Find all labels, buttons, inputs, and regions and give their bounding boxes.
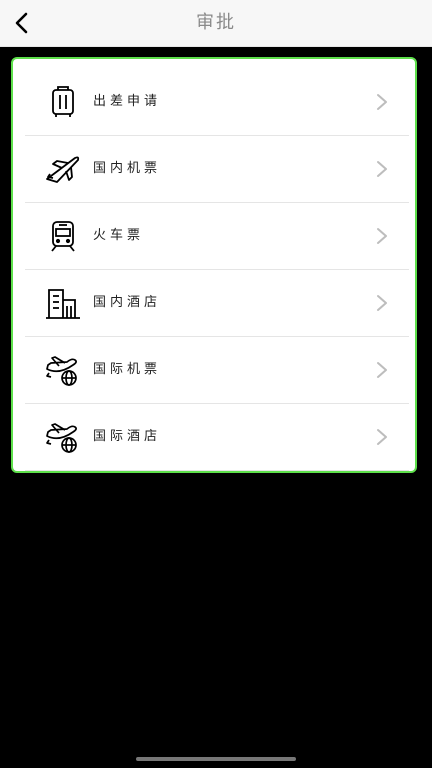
menu-item-international-hotel[interactable]: 国际酒店	[25, 404, 409, 471]
international-flight-icon	[45, 353, 81, 387]
home-indicator[interactable]	[136, 757, 296, 761]
international-hotel-icon	[45, 420, 81, 454]
menu-item-label: 国际酒店	[93, 429, 162, 444]
chevron-right-icon	[375, 226, 389, 246]
suitcase-icon	[45, 85, 81, 119]
page-title: 审批	[196, 12, 236, 33]
chevron-right-icon	[375, 92, 389, 112]
chevron-right-icon	[375, 159, 389, 179]
chevron-right-icon	[375, 360, 389, 380]
menu-item-label: 火车票	[93, 228, 145, 243]
menu-item-international-flight[interactable]: 国际机票	[25, 337, 409, 404]
menu-item-train-ticket[interactable]: 火车票	[25, 203, 409, 270]
approval-menu-card: 出差申请 国内机票 火车票 国内酒店 国际机票 国际酒店	[11, 57, 417, 473]
menu-item-label: 出差申请	[93, 94, 162, 109]
menu-item-travel-application[interactable]: 出差申请	[25, 69, 409, 136]
menu-item-domestic-flight[interactable]: 国内机票	[25, 136, 409, 203]
train-icon	[45, 219, 81, 253]
header-bar: 审批	[0, 0, 432, 47]
menu-item-label: 国内酒店	[93, 295, 162, 310]
chevron-right-icon	[375, 427, 389, 447]
airplane-icon	[45, 152, 81, 186]
menu-item-label: 国际机票	[93, 362, 162, 377]
menu-item-label: 国内机票	[93, 161, 162, 176]
building-icon	[45, 286, 81, 320]
menu-item-domestic-hotel[interactable]: 国内酒店	[25, 270, 409, 337]
chevron-right-icon	[375, 293, 389, 313]
